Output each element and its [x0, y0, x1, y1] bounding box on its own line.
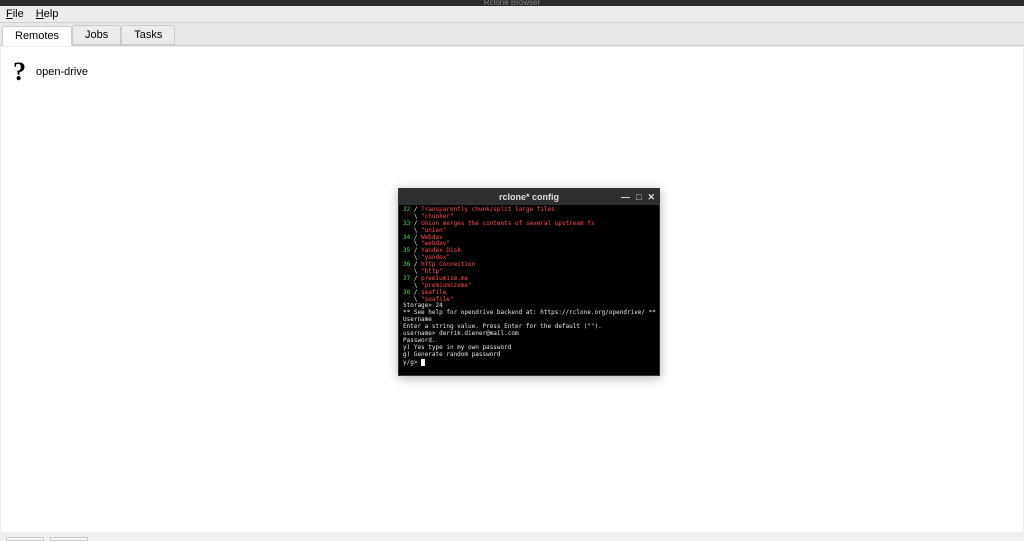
tab-remotes[interactable]: Remotes [2, 26, 72, 46]
terminal-window-controls: — □ ✕ [621, 189, 655, 205]
terminal-title: rclone* config [499, 192, 559, 202]
tab-tasks[interactable]: Tasks [121, 25, 175, 45]
tab-jobs[interactable]: Jobs [72, 25, 121, 45]
bottom-button-2[interactable] [50, 537, 88, 541]
close-icon[interactable]: ✕ [647, 189, 655, 205]
menu-help[interactable]: Help [36, 8, 59, 20]
remote-item[interactable]: ? open-drive [13, 59, 88, 85]
bottom-buttons-row [6, 537, 88, 541]
terminal-output[interactable]: 32 / Transparently chunk/split large fil… [399, 205, 659, 375]
remote-label: open-drive [36, 66, 88, 78]
terminal-window[interactable]: rclone* config — □ ✕ 32 / Transparently … [398, 188, 660, 376]
bottom-button-1[interactable] [6, 537, 44, 541]
tab-bar: RemotesJobsTasks [0, 23, 1024, 46]
terminal-cursor [421, 359, 425, 366]
question-mark-icon: ? [13, 59, 26, 85]
terminal-titlebar[interactable]: rclone* config — □ ✕ [399, 189, 659, 205]
menu-file[interactable]: File [6, 8, 24, 20]
maximize-icon[interactable]: □ [636, 189, 641, 205]
app-title: Rclone Browser [484, 0, 540, 6]
menu-bar: File Help [0, 6, 1024, 23]
minimize-icon[interactable]: — [621, 189, 630, 205]
